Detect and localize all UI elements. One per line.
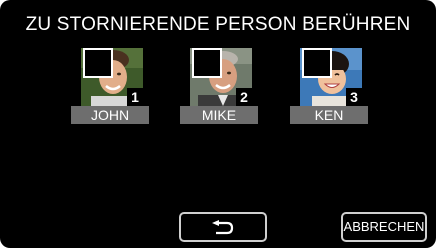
person-card-mike[interactable]: 2 MIKE [180,48,260,124]
cancel-button[interactable]: ABBRECHEN [341,212,427,242]
person-number: 2 [236,88,252,106]
select-checkbox[interactable] [83,48,113,78]
select-checkbox[interactable] [192,48,222,78]
person-card-ken[interactable]: 3 KEN [290,48,370,124]
person-name: KEN [290,106,368,124]
return-arrow-icon [212,220,234,235]
select-checkbox[interactable] [302,48,332,78]
person-number: 3 [346,88,362,106]
person-number: 1 [127,88,143,106]
back-button[interactable] [179,212,267,242]
person-name: MIKE [180,106,258,124]
page-title: ZU STORNIERENDE PERSON BERÜHREN [25,14,411,35]
person-name: JOHN [71,106,149,124]
person-card-john[interactable]: 1 JOHN [71,48,151,124]
camera-screen: ZU STORNIERENDE PERSON BERÜHREN 1 JOHN 2… [0,0,436,248]
